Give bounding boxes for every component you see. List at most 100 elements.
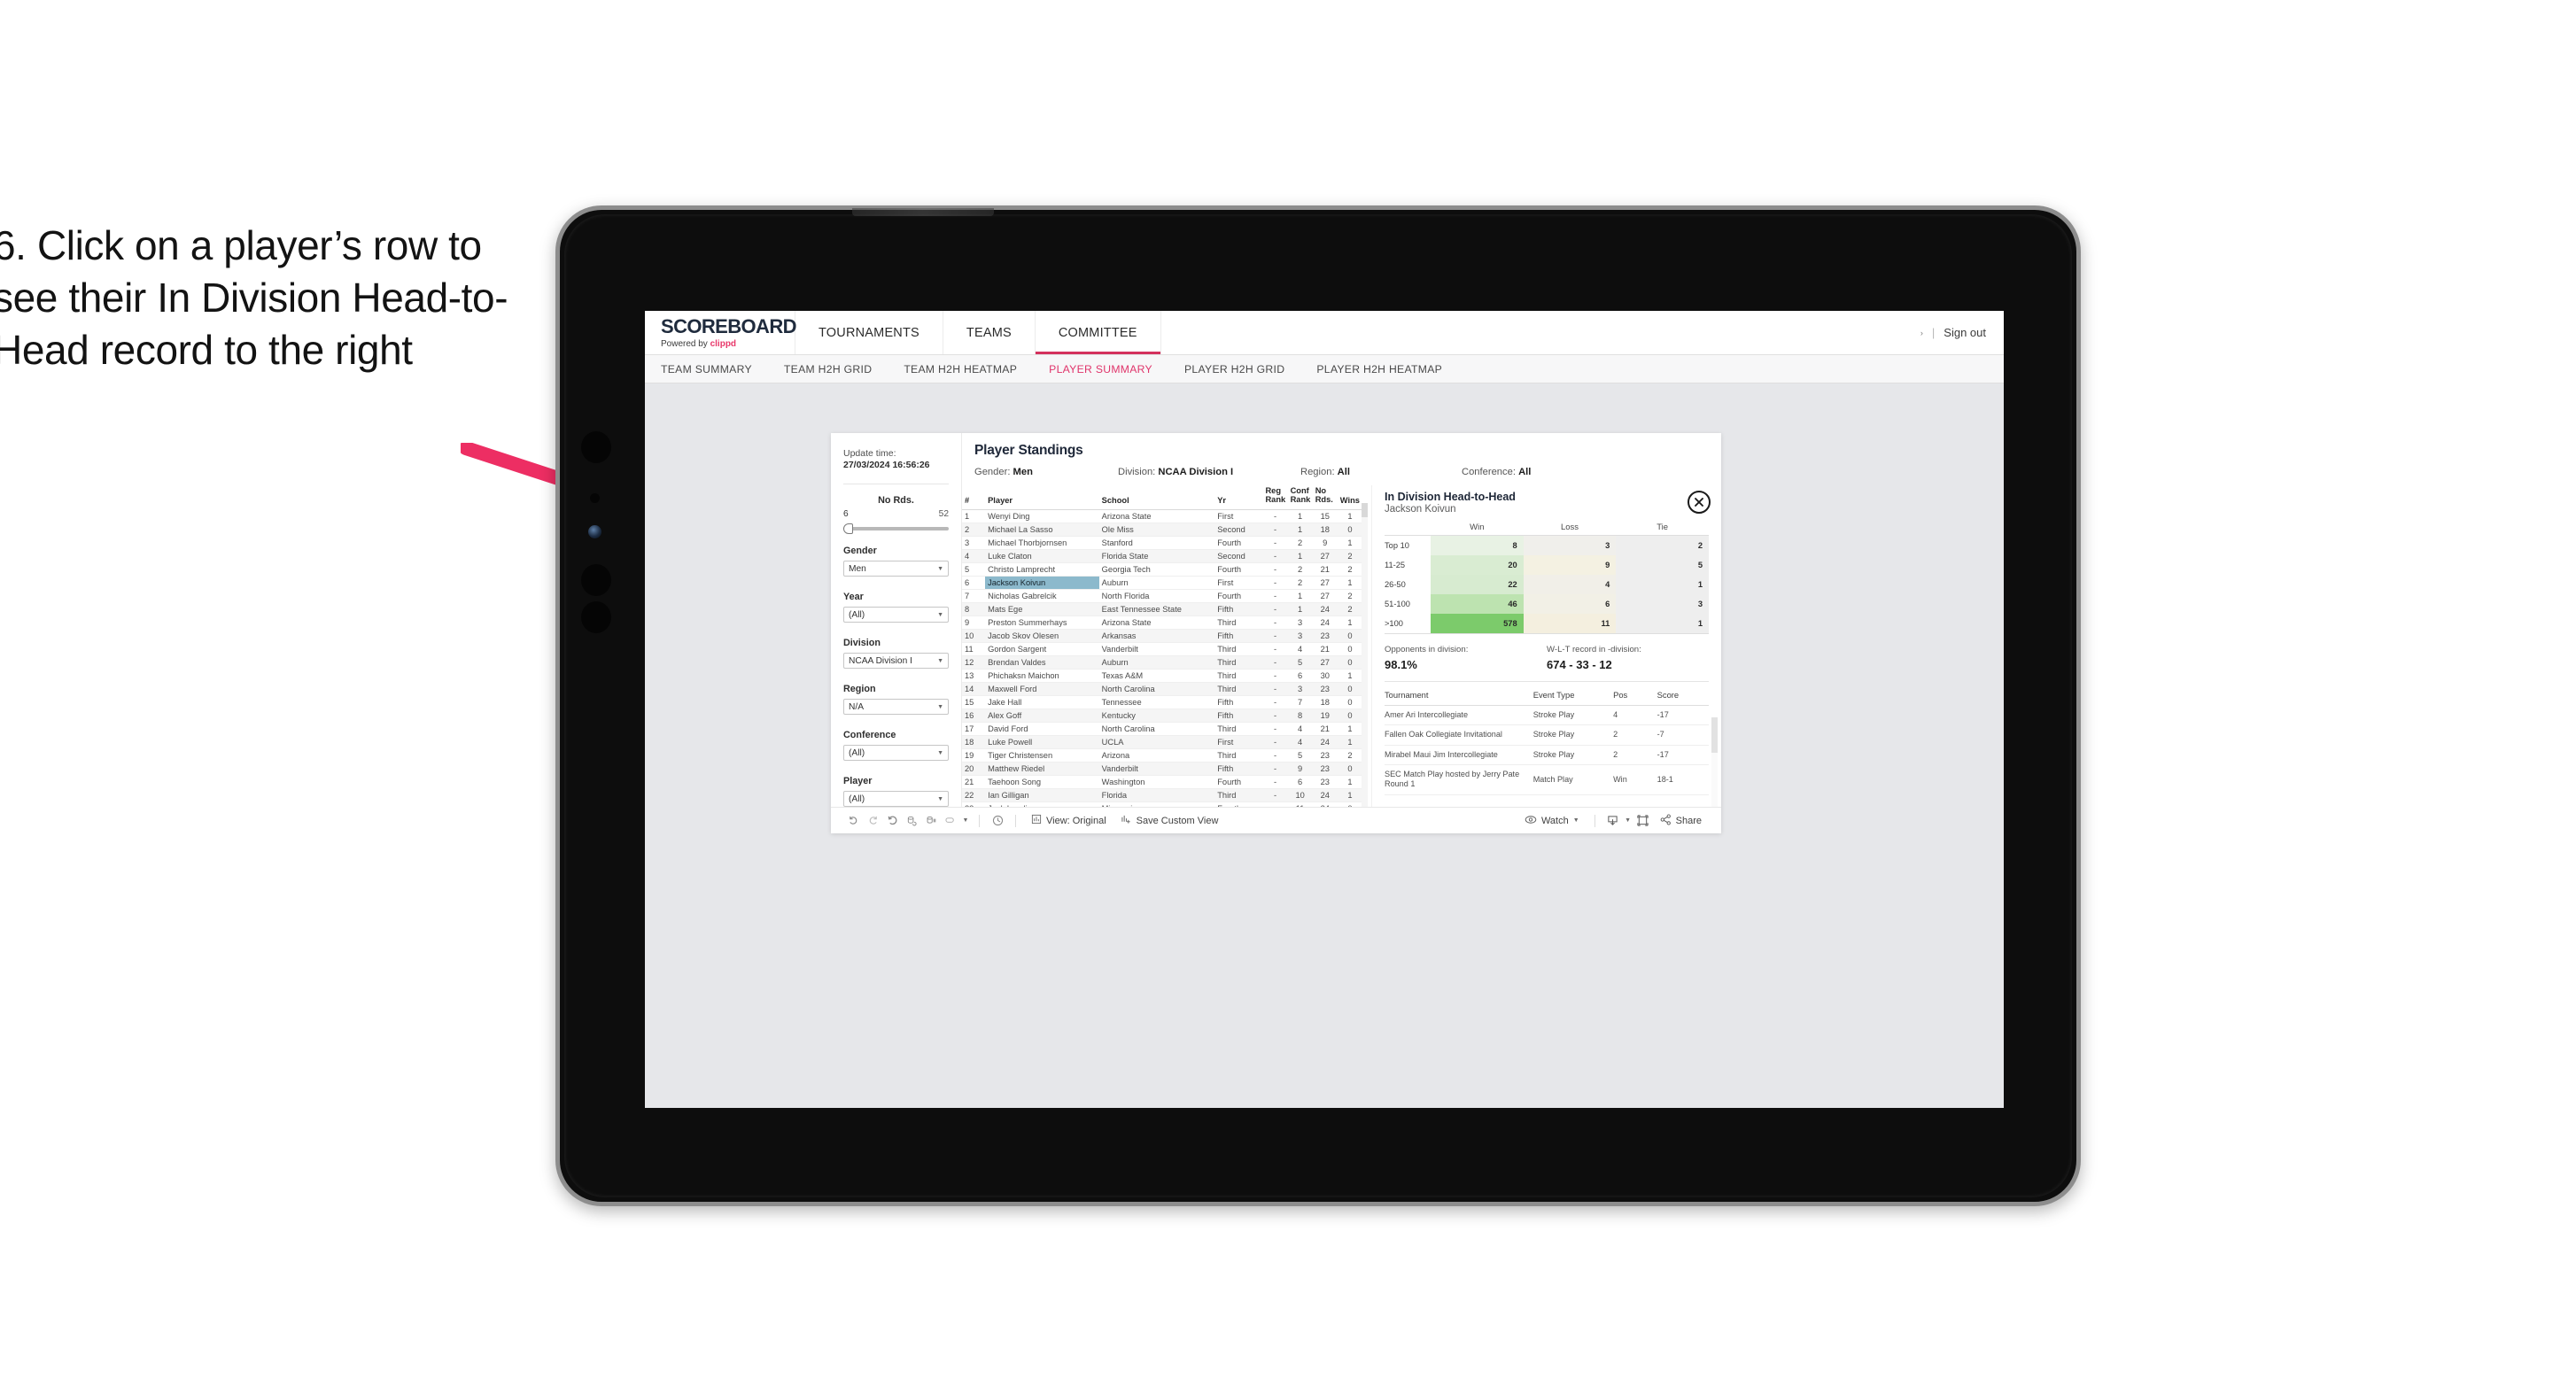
no-rounds-label: No Rds. [878,495,914,507]
table-row[interactable]: 7 Nicholas Gabrelcik North Florida Fourth -1… [962,589,1362,603]
cell-reg-rank: - [1262,589,1288,603]
cell-school: Texas A&M [1098,669,1215,683]
subnav-item-player-h2h-grid[interactable]: PLAYER H2H GRID [1184,363,1284,376]
brand-logo[interactable]: SCOREBOARD Powered by clippd [645,311,797,354]
no-rounds-slider[interactable] [843,523,949,535]
vertical-scrollbar[interactable] [1362,503,1368,807]
table-row[interactable]: 11 Gordon Sargent Vanderbilt Third -4 21 0 [962,642,1362,656]
table-row[interactable]: 21 Taehoon Song Washington Fourth -6 23 1 [962,775,1362,789]
cell-reg-rank: - [1262,762,1288,776]
table-row[interactable]: 22 Ian Gilligan Florida Third -10 24 1 [962,788,1362,802]
cell-player: Maxwell Ford [985,682,1099,696]
filter-conference-select[interactable]: (All) ▼ [843,745,949,762]
speaker-grille [852,208,994,216]
undo-icon[interactable] [843,812,863,830]
subnav-item-team-h2h-grid[interactable]: TEAM H2H GRID [784,363,872,376]
cell-school: Florida [1098,788,1215,802]
cell-no-rds: 23 [1312,775,1338,789]
cell-player: Michael Thorbjornsen [985,536,1099,550]
cell-school: Washington [1098,775,1215,789]
summary-division-key: Division: [1118,467,1156,477]
close-circle-icon[interactable] [1688,491,1711,514]
filter-player-select[interactable]: (All) ▼ [843,791,949,807]
cell-year: Fifth [1214,762,1263,776]
cell-no-rds: 24 [1312,602,1338,616]
topnav-item-teams[interactable]: TEAMS [943,311,1036,354]
table-row[interactable]: 17 David Ford North Carolina Third -4 21 1 [962,722,1362,736]
redo-icon[interactable] [863,812,882,830]
table-row[interactable]: 20 Matthew Riedel Vanderbilt Fifth -9 23 0 [962,762,1362,776]
h2h-tie-cell: 5 [1616,555,1709,575]
share-button[interactable]: Share [1653,813,1709,828]
table-row[interactable]: 6 Jackson Koivun Auburn First -2 27 1 [962,576,1362,590]
slider-handle[interactable] [843,523,853,535]
table-row[interactable]: 15 Jake Hall Tennessee Fifth -7 18 0 [962,695,1362,709]
tablet-device: SCOREBOARD Powered by clippd TOURNAMENTS… [555,205,2081,1206]
summary-gender-value: Men [1013,467,1033,477]
save-custom-view-button[interactable]: Save Custom View [1113,814,1226,827]
cell-no-rds: 19 [1312,708,1338,723]
cell-rank: 7 [962,589,986,603]
table-row[interactable]: 12 Brendan Valdes Auburn Third -5 27 0 [962,655,1362,670]
slider-max: 52 [938,509,949,520]
account-chevron-icon[interactable]: › [1920,329,1923,337]
filter-gender-select[interactable]: Men ▼ [843,561,949,577]
shape-dropdown-caret-icon[interactable]: ▼ [960,812,971,830]
summary-division: Division: NCAA Division I [1118,467,1292,477]
tournament-scrollbar-thumb[interactable] [1711,717,1718,753]
table-row[interactable]: 19 Tiger Christensen Arizona Third -5 23 2 [962,748,1362,763]
cell-year: Fifth [1214,629,1263,643]
table-row[interactable]: 13 Phichaksn Maichon Texas A&M Third -6 30 1 [962,669,1362,683]
filter-division: Division NCAA Division I ▼ [843,638,949,670]
cell-school: North Carolina [1098,682,1215,696]
cell-no-rds: 21 [1312,562,1338,577]
vertical-scrollbar-thumb[interactable] [1362,503,1368,517]
table-row[interactable]: 16 Alex Goff Kentucky Fifth -8 19 0 [962,708,1362,723]
table-row[interactable]: 5 Christo Lamprecht Georgia Tech Fourth -2 21… [962,562,1362,577]
table-row[interactable]: 18 Luke Powell UCLA First -4 24 1 [962,735,1362,749]
filter-division-select[interactable]: NCAA Division I ▼ [843,653,949,670]
filter-region-select[interactable]: N/A ▼ [843,699,949,716]
topnav-item-tournaments[interactable]: TOURNAMENTS [795,311,943,354]
table-row[interactable]: 1 Wenyi Ding Arizona State First -1 15 1 [962,509,1362,523]
table-row[interactable]: 10 Jacob Skov Olesen Arkansas Fifth -3 23 0 [962,629,1362,643]
toolbar-divider-1 [979,814,980,827]
pause-refresh-icon[interactable] [988,812,1007,830]
visualization-body: Update time: 27/03/2024 16:56:26 No Rds.… [831,433,1721,807]
tournament-scrollbar[interactable] [1711,717,1718,807]
cell-no-rds: 21 [1312,642,1338,656]
filter-gender: Gender Men ▼ [843,546,949,577]
subnav-item-team-h2h-heatmap[interactable]: TEAM H2H HEATMAP [904,363,1017,376]
revert-icon[interactable] [882,812,902,830]
table-row[interactable]: 9 Preston Summerhays Arizona State Third -3 2… [962,616,1362,630]
cell-school: Florida State [1098,549,1215,563]
stat-opponents-value: 98.1% [1385,658,1417,671]
table-row[interactable]: 23Jack LundinMissouriFourth-11240 [962,801,1362,807]
subnav-item-player-h2h-heatmap[interactable]: PLAYER H2H HEATMAP [1316,363,1442,376]
cell-year: First [1214,509,1263,523]
pause-auto-update-icon[interactable] [921,812,941,830]
topnav-item-committee[interactable]: COMMITTEE [1035,311,1161,354]
shape-icon[interactable] [941,812,960,830]
filter-year-select[interactable]: (All) ▼ [843,607,949,623]
cell-wins: 0 [1337,655,1362,670]
table-row[interactable]: 3 Michael Thorbjornsen Stanford Fourth -2 9 1 [962,536,1362,550]
view-original-button[interactable]: View: Original [1024,814,1113,827]
col-reg-rank: Reg Rank [1262,485,1288,510]
table-row[interactable]: 2 Michael La Sasso Ole Miss Second -1 18 0 [962,523,1362,537]
watch-button[interactable]: Watch ▼ [1517,815,1587,827]
refresh-data-icon[interactable] [902,812,921,830]
h2h-col-loss: Loss [1560,523,1579,532]
filter-year-label: Year [843,592,864,603]
subnav-item-player-summary[interactable]: PLAYER SUMMARY [1049,363,1152,376]
table-row[interactable]: 4 Luke Claton Florida State Second -1 27 2 [962,549,1362,563]
subnav-item-team-summary[interactable]: TEAM SUMMARY [661,363,752,376]
filter-gender-label: Gender [843,546,877,557]
table-row[interactable]: 8 Mats Ege East Tennessee State Fifth -1 24 2 [962,602,1362,616]
sign-out-link[interactable]: Sign out [1944,326,1986,339]
table-row[interactable]: 14 Maxwell Ford North Carolina Third -3 23 0 [962,682,1362,696]
fullscreen-icon[interactable] [1633,812,1653,830]
download-dropdown-caret-icon[interactable]: ▼ [1623,812,1633,830]
h2h-stats: Opponents in division: 98.1% W-L-T recor… [1385,645,1709,671]
download-icon[interactable] [1603,812,1623,830]
